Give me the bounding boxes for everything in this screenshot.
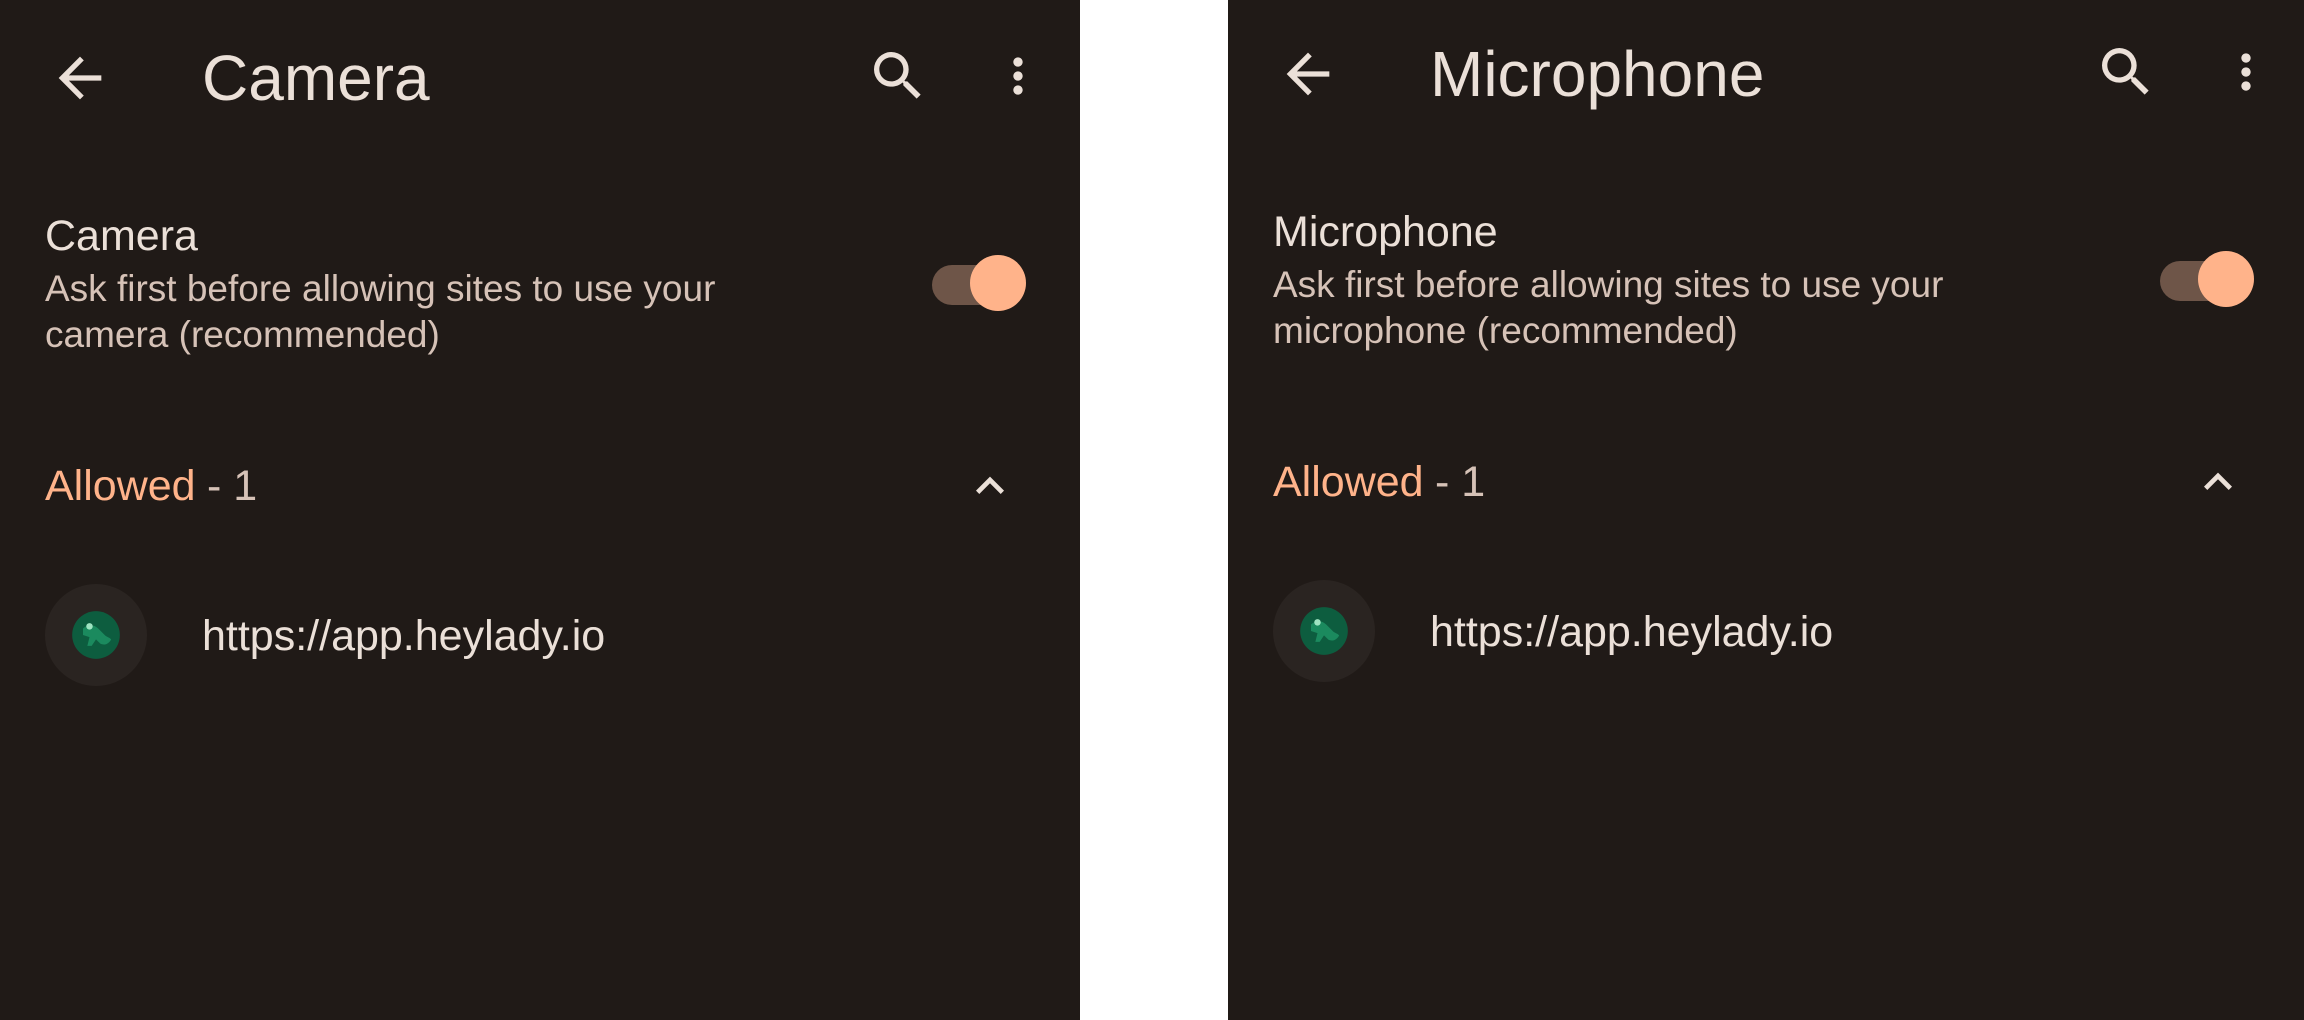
microphone-toggle[interactable] xyxy=(2158,248,2254,312)
search-icon xyxy=(874,52,921,99)
site-url: https://app.heylady.io xyxy=(202,612,606,660)
app-bar: Camera xyxy=(0,0,1080,160)
arrow-back-icon xyxy=(1286,52,1330,96)
site-list-item[interactable]: https://app.heylady.io xyxy=(0,580,1080,690)
allowed-section-header[interactable]: Allowed - 1 xyxy=(1228,436,2304,526)
more-vert-icon xyxy=(1013,57,1023,95)
setting-description: Ask first before allowing sites to use y… xyxy=(1273,264,1944,351)
chevron-up-icon xyxy=(2204,472,2232,490)
microphone-settings-panel: Microphone Microphone Ask first before a… xyxy=(1228,0,2304,1020)
app-bar: Microphone xyxy=(1228,0,2304,156)
more-vert-icon xyxy=(2241,53,2251,91)
more-options-button[interactable] xyxy=(2218,40,2274,104)
section-label: Allowed xyxy=(1273,458,1424,506)
camera-toggle[interactable] xyxy=(930,252,1026,316)
back-button[interactable] xyxy=(1276,42,1340,106)
search-icon xyxy=(2102,48,2149,95)
search-button[interactable] xyxy=(2094,40,2158,104)
site-favicon-icon xyxy=(1300,607,1348,655)
section-label: Allowed xyxy=(45,462,196,510)
site-url: https://app.heylady.io xyxy=(1430,608,1834,656)
section-count: - 1 xyxy=(1435,458,1486,506)
section-count: - 1 xyxy=(207,462,258,510)
page-title: Microphone xyxy=(1430,38,1765,110)
chevron-up-icon xyxy=(976,476,1004,494)
favicon-container xyxy=(1273,580,1375,682)
toggle-thumb xyxy=(2198,251,2254,307)
more-options-button[interactable] xyxy=(990,44,1046,108)
back-button[interactable] xyxy=(48,46,112,110)
site-favicon-icon xyxy=(72,611,120,659)
microphone-permission-setting[interactable]: Microphone Ask first before allowing sit… xyxy=(1228,196,2304,366)
camera-permission-setting[interactable]: Camera Ask first before allowing sites t… xyxy=(0,200,1080,370)
allowed-section-header[interactable]: Allowed - 1 xyxy=(0,440,1080,530)
setting-title: Camera xyxy=(45,212,198,260)
arrow-back-icon xyxy=(58,56,102,100)
setting-description: Ask first before allowing sites to use y… xyxy=(45,268,716,355)
toggle-thumb xyxy=(970,255,1026,311)
camera-settings-panel: Camera Camera Ask first before allowing … xyxy=(0,0,1080,1020)
page-title: Camera xyxy=(202,42,430,114)
favicon-container xyxy=(45,584,147,686)
setting-title: Microphone xyxy=(1273,208,1498,256)
search-button[interactable] xyxy=(866,44,930,108)
site-list-item[interactable]: https://app.heylady.io xyxy=(1228,576,2304,686)
